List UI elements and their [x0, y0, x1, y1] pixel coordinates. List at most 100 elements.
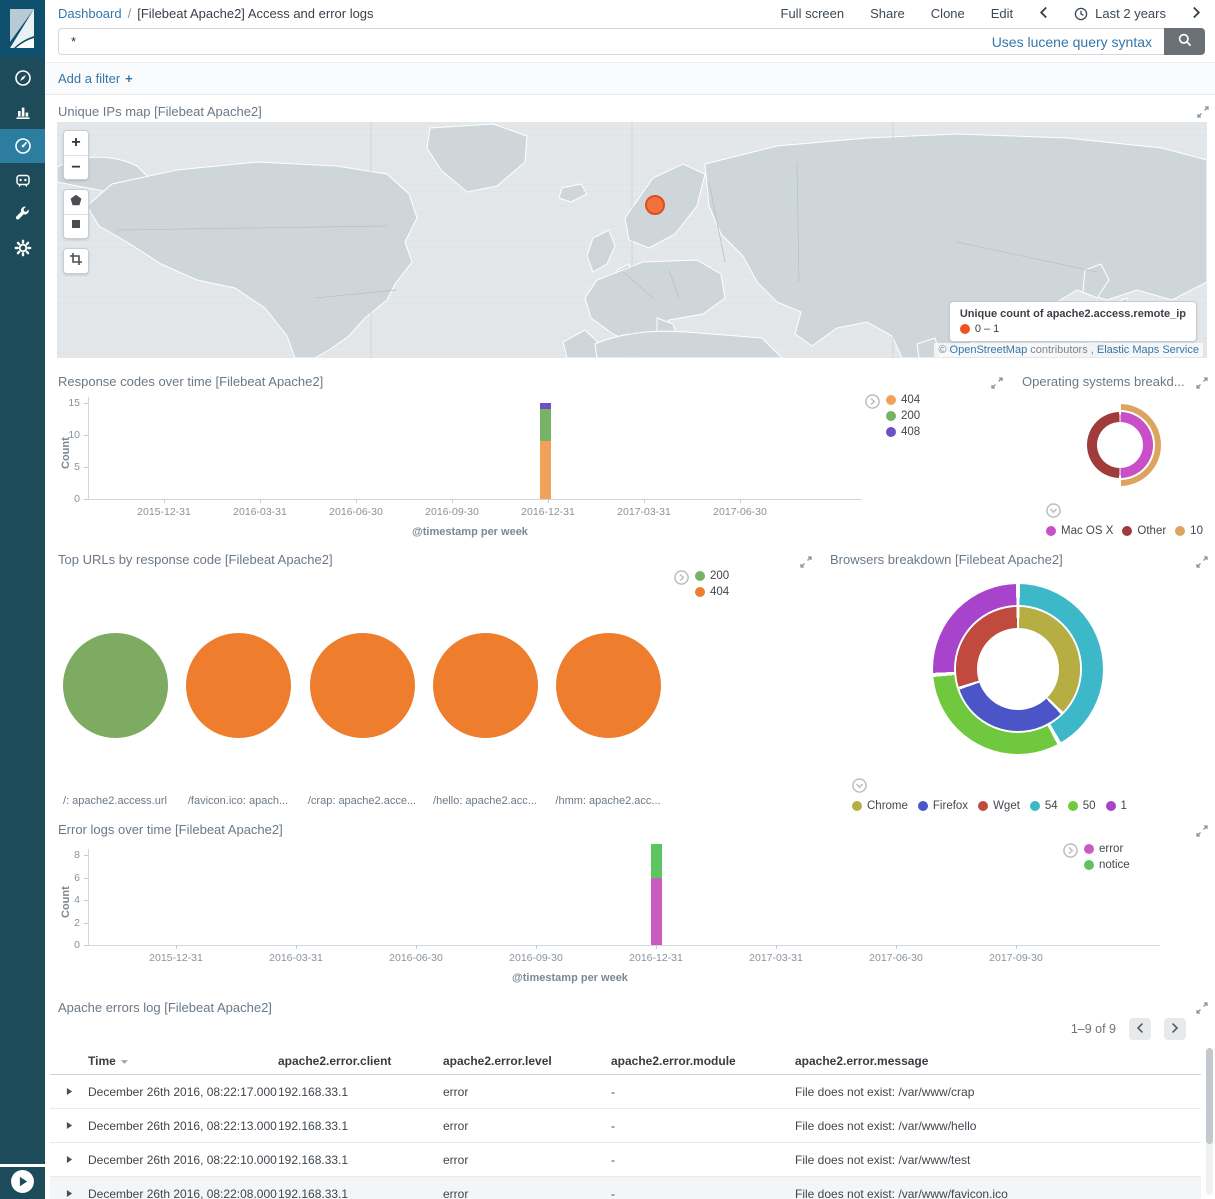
- legend-item-Chrome[interactable]: Chrome: [852, 800, 908, 812]
- table-scrollbar-track[interactable]: [1206, 1048, 1213, 1195]
- legend-item-408[interactable]: 408: [886, 426, 920, 438]
- legend-label: error: [1099, 843, 1123, 855]
- sidebar-collapse-toggle-button[interactable]: [10, 1169, 35, 1194]
- sidebar-item-management[interactable]: [0, 231, 45, 265]
- sidebar-item-dev-tools[interactable]: [0, 197, 45, 231]
- map-marker-dot[interactable]: [645, 195, 665, 215]
- map-zoom-out-button[interactable]: −: [64, 155, 88, 179]
- legend-item-Mac OS X[interactable]: Mac OS X: [1046, 525, 1113, 537]
- map-attribution: © OpenStreetMap contributors , Elastic M…: [934, 343, 1203, 357]
- add-filter-button[interactable]: Add a filter: [58, 71, 120, 86]
- pagination-next-button[interactable]: [1164, 1018, 1186, 1040]
- legend-collapse-icon[interactable]: [852, 778, 867, 793]
- table-row[interactable]: December 26th 2016, 08:22:17.000192.168.…: [50, 1075, 1201, 1109]
- lucene-syntax-link[interactable]: Uses lucene query syntax: [992, 34, 1152, 50]
- map-controls: +−: [63, 130, 89, 274]
- legend-item-404[interactable]: 404: [886, 394, 920, 406]
- time-forward-button[interactable]: [1192, 6, 1201, 22]
- y-axis-tick-label: 8: [46, 849, 80, 861]
- legend-label: Other: [1137, 525, 1166, 537]
- table-row[interactable]: December 26th 2016, 08:22:08.000192.168.…: [50, 1177, 1201, 1199]
- expand-panel-icon[interactable]: [1197, 105, 1209, 117]
- sidebar-item-discover[interactable]: [0, 61, 45, 95]
- expand-row-icon[interactable]: [66, 1085, 73, 1099]
- expand-row-icon[interactable]: [66, 1153, 73, 1167]
- column-header-client[interactable]: apache2.error.client: [278, 1054, 391, 1068]
- x-axis-line: [88, 499, 862, 500]
- world-map[interactable]: +− Unique count of apache2.access.remote…: [57, 122, 1207, 358]
- expand-row-icon[interactable]: [66, 1187, 73, 1199]
- sidebar-divider: [0, 1164, 45, 1167]
- legend-item-10[interactable]: 10: [1175, 525, 1203, 537]
- search-query-input[interactable]: * Uses lucene query syntax: [58, 28, 1164, 55]
- legend-item-error[interactable]: error: [1084, 843, 1130, 855]
- pie-chart-/favicon.ico[interactable]: [186, 633, 291, 738]
- map-draw-polygon-button[interactable]: [64, 190, 88, 214]
- pie-chart-/crap[interactable]: [310, 633, 415, 738]
- x-axis-tick-label: 2016-09-30: [491, 952, 581, 964]
- elastic-maps-service-link[interactable]: Elastic Maps Service: [1097, 344, 1199, 356]
- time-picker-button[interactable]: Last 2 years: [1074, 6, 1166, 21]
- legend-item-Wget[interactable]: Wget: [978, 800, 1020, 812]
- legend-item-200[interactable]: 200: [695, 570, 729, 582]
- expand-panel-icon[interactable]: [1196, 1001, 1208, 1013]
- bar-segment-404[interactable]: [540, 441, 551, 499]
- legend-label: Firefox: [933, 800, 968, 812]
- legend-item-54[interactable]: 54: [1030, 800, 1058, 812]
- kibana-logo[interactable]: [0, 0, 45, 57]
- table-scrollbar-thumb[interactable]: [1206, 1048, 1213, 1144]
- column-header-message[interactable]: apache2.error.message: [795, 1054, 928, 1068]
- pagination-prev-button[interactable]: [1129, 1018, 1151, 1040]
- bar-segment-notice[interactable]: [651, 844, 662, 878]
- x-axis-tick-label: 2016-06-30: [371, 952, 461, 964]
- bar-segment-error[interactable]: [651, 878, 662, 946]
- legend-label: Wget: [993, 800, 1020, 812]
- legend-item-Firefox[interactable]: Firefox: [918, 800, 968, 812]
- x-axis-tick-label: 2017-09-30: [971, 952, 1061, 964]
- legend-item-404[interactable]: 404: [695, 586, 729, 598]
- column-header-level[interactable]: apache2.error.level: [443, 1054, 552, 1068]
- query-value: *: [71, 34, 76, 49]
- plus-icon[interactable]: +: [125, 71, 133, 86]
- time-back-button[interactable]: [1039, 6, 1048, 22]
- full-screen-button[interactable]: Full screen: [781, 6, 845, 21]
- map-crop-button[interactable]: [64, 249, 88, 273]
- legend-item-50[interactable]: 50: [1068, 800, 1096, 812]
- legend-item-notice[interactable]: notice: [1084, 859, 1130, 871]
- legend-item-1[interactable]: 1: [1106, 800, 1127, 812]
- edit-button[interactable]: Edit: [991, 6, 1013, 21]
- x-axis-tick-label: 2016-12-31: [611, 952, 701, 964]
- search-submit-button[interactable]: [1164, 28, 1205, 55]
- sidebar-item-dashboard[interactable]: [0, 129, 45, 163]
- legend-item-200[interactable]: 200: [886, 410, 920, 422]
- x-axis-tick-label: 2017-03-31: [731, 952, 821, 964]
- breadcrumb-current-page: [Filebeat Apache2] Access and error logs: [137, 6, 373, 21]
- breadcrumb-separator: /: [128, 6, 132, 21]
- expand-row-icon[interactable]: [66, 1119, 73, 1133]
- column-header-time[interactable]: Time: [88, 1054, 129, 1068]
- sidebar-item-visualize[interactable]: [0, 95, 45, 129]
- x-axis-tick-label: 2016-09-30: [407, 506, 497, 518]
- table-row[interactable]: December 26th 2016, 08:22:10.000192.168.…: [50, 1143, 1201, 1177]
- legend-collapse-icon[interactable]: [1046, 503, 1061, 518]
- map-draw-rectangle-button[interactable]: [64, 214, 88, 238]
- legend-item-Other[interactable]: Other: [1122, 525, 1166, 537]
- bar-segment-408[interactable]: [540, 403, 551, 409]
- table-row[interactable]: December 26th 2016, 08:22:13.000192.168.…: [50, 1109, 1201, 1143]
- bar-segment-200[interactable]: [540, 409, 551, 441]
- clone-button[interactable]: Clone: [931, 6, 965, 21]
- share-button[interactable]: Share: [870, 6, 905, 21]
- map-zoom-in-button[interactable]: +: [64, 131, 88, 155]
- chevron-left-icon: [1039, 6, 1048, 22]
- pie-chart-/hello[interactable]: [433, 633, 538, 738]
- legend-collapse-icon[interactable]: [1063, 843, 1078, 858]
- legend-collapse-icon[interactable]: [674, 570, 689, 585]
- breadcrumb-dashboard-link[interactable]: Dashboard: [58, 6, 122, 21]
- x-axis-tick: [260, 499, 261, 503]
- pie-chart-/[interactable]: [63, 633, 168, 738]
- legend-collapse-icon[interactable]: [865, 394, 880, 409]
- column-header-module[interactable]: apache2.error.module: [611, 1054, 736, 1068]
- sidebar-item-timelion[interactable]: [0, 163, 45, 197]
- pie-chart-/hmm[interactable]: [556, 633, 661, 738]
- openstreetmap-link[interactable]: OpenStreetMap: [950, 344, 1028, 356]
